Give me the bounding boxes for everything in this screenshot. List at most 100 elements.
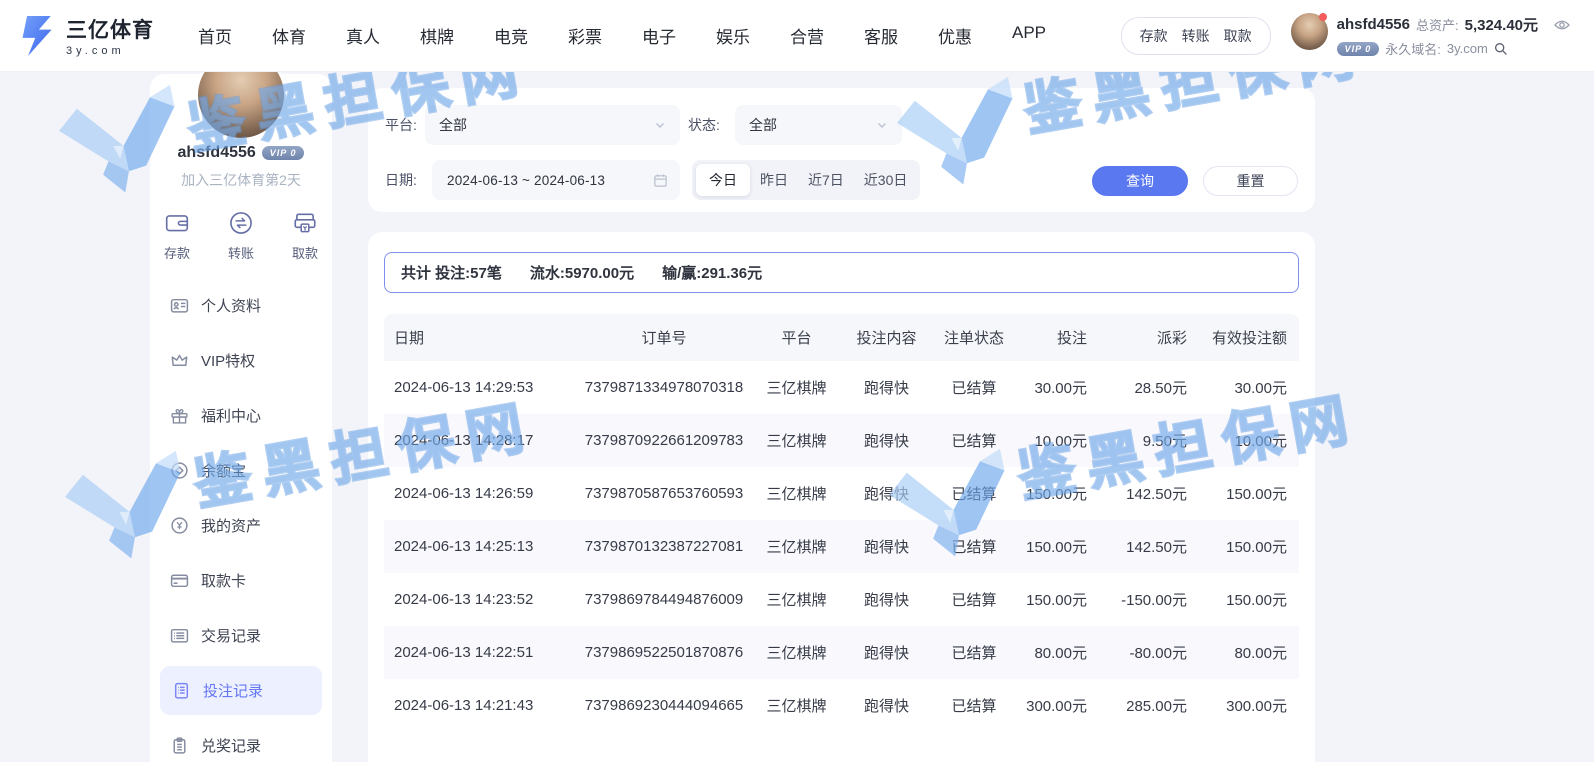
sidebar-item-withdrawal-card[interactable]: 取款卡 xyxy=(150,553,332,608)
platform-select[interactable]: 全部 xyxy=(425,105,680,145)
cell-content: 跑得快 xyxy=(844,573,929,626)
sidebar-username: ahsfd4556 xyxy=(178,144,256,162)
sidebar-item-vip-privileges[interactable]: VIP特权 xyxy=(150,333,332,388)
cell-bet: 30.00元 xyxy=(1019,361,1089,414)
filter-card: 平台: 全部 状态: 全部 日期: 2024-06-13 ~ 2024-06-1… xyxy=(368,88,1315,212)
nav-item-entertainment[interactable]: 娱乐 xyxy=(716,23,750,48)
cell-content: 跑得快 xyxy=(844,467,929,520)
page: 三亿体育 3y.com 首页 体育 真人 棋牌 电竞 彩票 电子 娱乐 合营 客… xyxy=(0,0,1594,762)
cell-status: 已结算 xyxy=(929,361,1019,414)
cell-bet: 150.00元 xyxy=(1019,573,1089,626)
sidebar-item-label: 余额宝 xyxy=(201,460,246,481)
range-last7[interactable]: 近7日 xyxy=(798,164,854,196)
sidebar-item-profile[interactable]: 个人资料 xyxy=(150,278,332,333)
cell-valid: 150.00元 xyxy=(1189,520,1299,573)
sidebar-item-redemption-records[interactable]: 兑奖记录 xyxy=(150,718,332,762)
nav-item-sports[interactable]: 体育 xyxy=(272,23,306,48)
date-range-value: 2024-06-13 ~ 2024-06-13 xyxy=(447,173,605,188)
cell-bet: 150.00元 xyxy=(1019,467,1089,520)
cell-order: 7379869522501870876 xyxy=(579,626,749,679)
cell-bet: 300.00元 xyxy=(1019,679,1089,732)
range-today[interactable]: 今日 xyxy=(696,164,750,196)
table-row: 2024-06-13 14:29:53 7379871334978070318 … xyxy=(384,361,1299,414)
quick-action-label: 取款 xyxy=(292,243,318,262)
cell-payout: -80.00元 xyxy=(1089,626,1189,679)
nav-item-board-games[interactable]: 棋牌 xyxy=(420,23,454,48)
range-yesterday[interactable]: 昨日 xyxy=(750,164,798,196)
reset-button[interactable]: 重置 xyxy=(1203,166,1298,196)
assets-label: 总资产: xyxy=(1416,15,1459,34)
cell-platform: 三亿棋牌 xyxy=(749,361,844,414)
quick-action-label: 转账 xyxy=(228,243,254,262)
cell-order: 7379870132387227081 xyxy=(579,520,749,573)
col-status: 注单状态 xyxy=(929,314,1019,361)
logo[interactable]: 三亿体育 3y.com xyxy=(18,14,154,58)
cell-bet: 80.00元 xyxy=(1019,626,1089,679)
cell-content: 跑得快 xyxy=(844,679,929,732)
date-range-input[interactable]: 2024-06-13 ~ 2024-06-13 xyxy=(432,160,680,200)
cell-content: 跑得快 xyxy=(844,520,929,573)
nav-item-home[interactable]: 首页 xyxy=(198,23,232,48)
col-payout: 派彩 xyxy=(1089,314,1189,361)
status-select[interactable]: 全部 xyxy=(735,105,902,145)
user-block[interactable]: ahsfd4556 总资产: 5,324.40元 VIP 0 永久域名: 3y.… xyxy=(1291,13,1570,58)
cell-payout: 28.50元 xyxy=(1089,361,1189,414)
status-select-value: 全部 xyxy=(749,115,777,135)
sidebar-item-yuebao[interactable]: 余额宝 xyxy=(150,443,332,498)
chevron-down-icon xyxy=(654,119,666,131)
summary-turnover: 流水:5970.00元 xyxy=(530,262,634,283)
cell-status: 已结算 xyxy=(929,626,1019,679)
topbar: 三亿体育 3y.com 首页 体育 真人 棋牌 电竞 彩票 电子 娱乐 合营 客… xyxy=(0,0,1594,72)
cell-bet: 150.00元 xyxy=(1019,520,1089,573)
quick-action-withdraw[interactable]: 取款 xyxy=(292,210,318,262)
wallet-pill: 存款 转账 取款 xyxy=(1121,17,1271,55)
nav-item-esports[interactable]: 电竞 xyxy=(494,23,528,48)
sidebar-item-label: VIP特权 xyxy=(201,350,255,371)
transfer-link[interactable]: 转账 xyxy=(1182,26,1210,46)
nav-item-live-casino[interactable]: 真人 xyxy=(346,23,380,48)
range-last30[interactable]: 近30日 xyxy=(854,164,918,196)
sidebar-item-transaction-records[interactable]: 交易记录 xyxy=(150,608,332,663)
nav-item-slots[interactable]: 电子 xyxy=(642,23,676,48)
nav-item-support[interactable]: 客服 xyxy=(864,23,898,48)
search-icon[interactable] xyxy=(1494,42,1508,56)
cell-content: 跑得快 xyxy=(844,414,929,467)
cell-status: 已结算 xyxy=(929,414,1019,467)
quick-action-deposit[interactable]: 存款 xyxy=(164,210,190,262)
notification-dot xyxy=(1319,13,1327,21)
cell-order: 7379869230444094665 xyxy=(579,679,749,732)
search-button[interactable]: 查询 xyxy=(1092,166,1188,196)
cell-date: 2024-06-13 14:21:43 xyxy=(384,679,579,732)
eye-icon[interactable] xyxy=(1554,19,1570,31)
nav-item-promotions[interactable]: 优惠 xyxy=(938,23,972,48)
cell-payout: 142.50元 xyxy=(1089,520,1189,573)
quick-range-group: 今日 昨日 近7日 近30日 xyxy=(692,160,920,200)
cell-status: 已结算 xyxy=(929,520,1019,573)
nav-item-app[interactable]: APP xyxy=(1012,23,1046,48)
sidebar-item-label: 兑奖记录 xyxy=(201,735,261,756)
date-label: 日期: xyxy=(385,160,417,200)
cell-content: 跑得快 xyxy=(844,361,929,414)
sidebar-item-my-assets[interactable]: 我的资产 xyxy=(150,498,332,553)
deposit-link[interactable]: 存款 xyxy=(1140,26,1168,46)
cell-valid: 80.00元 xyxy=(1189,626,1299,679)
cell-payout: 285.00元 xyxy=(1089,679,1189,732)
calendar-icon xyxy=(653,173,668,188)
sidebar-item-welfare-center[interactable]: 福利中心 xyxy=(150,388,332,443)
avatar[interactable] xyxy=(1291,13,1328,50)
nav-item-lottery[interactable]: 彩票 xyxy=(568,23,602,48)
logo-title: 三亿体育 xyxy=(66,14,154,44)
sidebar-item-betting-records[interactable]: 投注记录 xyxy=(160,666,322,715)
withdraw-link[interactable]: 取款 xyxy=(1224,26,1252,46)
cell-valid: 150.00元 xyxy=(1189,467,1299,520)
cell-platform: 三亿棋牌 xyxy=(749,626,844,679)
cell-platform: 三亿棋牌 xyxy=(749,573,844,626)
col-valid-bet: 有效投注额 xyxy=(1189,314,1299,361)
quick-actions: 存款 转账 取款 xyxy=(150,210,332,262)
table-row: 2024-06-13 14:21:43 7379869230444094665 … xyxy=(384,679,1299,732)
platform-label: 平台: xyxy=(385,105,417,145)
quick-action-transfer[interactable]: 转账 xyxy=(228,210,254,262)
cell-order: 7379870922661209783 xyxy=(579,414,749,467)
cell-order: 7379871334978070318 xyxy=(579,361,749,414)
nav-item-cooperation[interactable]: 合营 xyxy=(790,23,824,48)
